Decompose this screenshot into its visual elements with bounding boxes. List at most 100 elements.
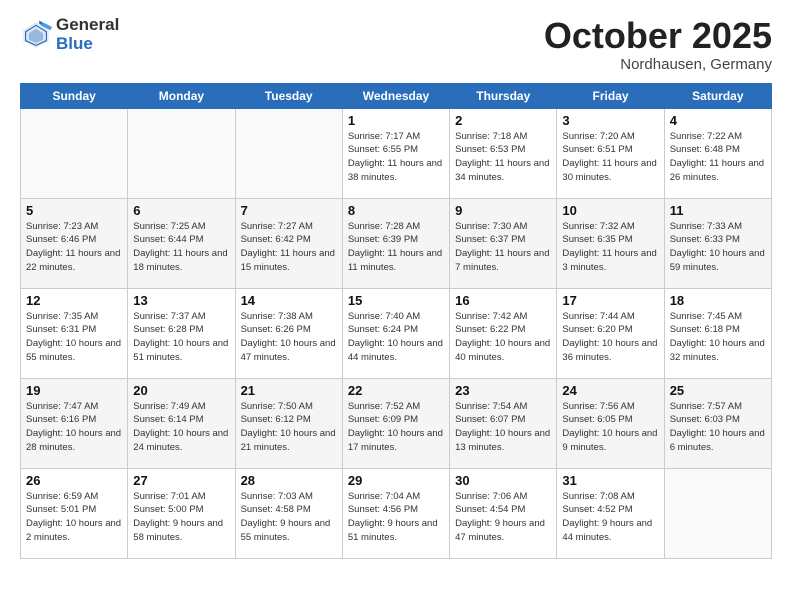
day-cell: 16 Sunrise: 7:42 AMSunset: 6:22 PMDayligh…: [450, 288, 557, 378]
day-cell: 29 Sunrise: 7:04 AMSunset: 4:56 PMDayligh…: [342, 468, 449, 558]
day-detail: Sunrise: 7:06 AMSunset: 4:54 PMDaylight:…: [455, 490, 551, 545]
week-row-4: 19 Sunrise: 7:47 AMSunset: 6:16 PMDayligh…: [21, 378, 772, 468]
day-number: 17: [562, 293, 658, 308]
page: General Blue October 2025 Nordhausen, Ge…: [0, 0, 792, 575]
day-number: 14: [241, 293, 337, 308]
day-detail: Sunrise: 7:33 AMSunset: 6:33 PMDaylight:…: [670, 220, 766, 275]
day-cell: [21, 108, 128, 198]
location: Nordhausen, Germany: [544, 56, 772, 73]
day-detail: Sunrise: 7:49 AMSunset: 6:14 PMDaylight:…: [133, 400, 229, 455]
day-detail: Sunrise: 7:23 AMSunset: 6:46 PMDaylight:…: [26, 220, 122, 275]
day-number: 15: [348, 293, 444, 308]
calendar-table: SundayMondayTuesdayWednesdayThursdayFrid…: [20, 83, 772, 559]
col-header-sunday: Sunday: [21, 83, 128, 108]
day-detail: Sunrise: 7:50 AMSunset: 6:12 PMDaylight:…: [241, 400, 337, 455]
day-number: 9: [455, 203, 551, 218]
day-number: 3: [562, 113, 658, 128]
day-cell: 25Sunrise: 7:57 AMSunset: 6:03 PMDayligh…: [664, 378, 771, 468]
day-number: 6: [133, 203, 229, 218]
day-detail: Sunrise: 7:42 AMSunset: 6:22 PMDaylight:…: [455, 310, 551, 365]
day-cell: 11 Sunrise: 7:33 AMSunset: 6:33 PMDayligh…: [664, 198, 771, 288]
day-number: 11: [670, 203, 766, 218]
day-cell: 15 Sunrise: 7:40 AMSunset: 6:24 PMDayligh…: [342, 288, 449, 378]
month-title: October 2025: [544, 16, 772, 56]
day-cell: 2Sunrise: 7:18 AMSunset: 6:53 PMDaylight…: [450, 108, 557, 198]
day-cell: 6 Sunrise: 7:25 AMSunset: 6:44 PMDaylight…: [128, 198, 235, 288]
day-cell: 22 Sunrise: 7:52 AMSunset: 6:09 PMDayligh…: [342, 378, 449, 468]
day-detail: Sunrise: 7:47 AMSunset: 6:16 PMDaylight:…: [26, 400, 122, 455]
day-cell: 7 Sunrise: 7:27 AMSunset: 6:42 PMDaylight…: [235, 198, 342, 288]
header-row: SundayMondayTuesdayWednesdayThursdayFrid…: [21, 83, 772, 108]
day-cell: 3 Sunrise: 7:20 AMSunset: 6:51 PMDaylight…: [557, 108, 664, 198]
logo-general: General: [56, 16, 119, 35]
day-number: 7: [241, 203, 337, 218]
day-detail: Sunrise: 7:44 AMSunset: 6:20 PMDaylight:…: [562, 310, 658, 365]
day-detail: Sunrise: 7:17 AMSunset: 6:55 PMDaylight:…: [348, 130, 444, 185]
day-number: 25: [670, 383, 766, 398]
week-row-2: 5Sunrise: 7:23 AMSunset: 6:46 PMDaylight…: [21, 198, 772, 288]
day-cell: 21 Sunrise: 7:50 AMSunset: 6:12 PMDayligh…: [235, 378, 342, 468]
day-number: 13: [133, 293, 229, 308]
day-number: 21: [241, 383, 337, 398]
day-cell: 30 Sunrise: 7:06 AMSunset: 4:54 PMDayligh…: [450, 468, 557, 558]
day-number: 16: [455, 293, 551, 308]
day-number: 10: [562, 203, 658, 218]
day-cell: 24Sunrise: 7:56 AMSunset: 6:05 PMDayligh…: [557, 378, 664, 468]
day-cell: [235, 108, 342, 198]
day-detail: Sunrise: 7:20 AMSunset: 6:51 PMDaylight:…: [562, 130, 658, 185]
day-number: 18: [670, 293, 766, 308]
day-detail: Sunrise: 7:38 AMSunset: 6:26 PMDaylight:…: [241, 310, 337, 365]
day-cell: 5Sunrise: 7:23 AMSunset: 6:46 PMDaylight…: [21, 198, 128, 288]
day-cell: 13 Sunrise: 7:37 AMSunset: 6:28 PMDayligh…: [128, 288, 235, 378]
day-number: 28: [241, 473, 337, 488]
day-number: 26: [26, 473, 122, 488]
day-cell: 1Sunrise: 7:17 AMSunset: 6:55 PMDaylight…: [342, 108, 449, 198]
day-detail: Sunrise: 6:59 AMSunset: 5:01 PMDaylight:…: [26, 490, 122, 545]
day-detail: Sunrise: 7:28 AMSunset: 6:39 PMDaylight:…: [348, 220, 444, 275]
day-detail: Sunrise: 7:40 AMSunset: 6:24 PMDaylight:…: [348, 310, 444, 365]
day-number: 4: [670, 113, 766, 128]
day-detail: Sunrise: 7:22 AMSunset: 6:48 PMDaylight:…: [670, 130, 766, 185]
title-block: October 2025 Nordhausen, Germany: [544, 16, 772, 73]
day-detail: Sunrise: 7:56 AMSunset: 6:05 PMDaylight:…: [562, 400, 658, 455]
day-cell: 27 Sunrise: 7:01 AMSunset: 5:00 PMDayligh…: [128, 468, 235, 558]
day-cell: 10 Sunrise: 7:32 AMSunset: 6:35 PMDayligh…: [557, 198, 664, 288]
week-row-5: 26 Sunrise: 6:59 AMSunset: 5:01 PMDayligh…: [21, 468, 772, 558]
day-number: 2: [455, 113, 551, 128]
day-detail: Sunrise: 7:08 AMSunset: 4:52 PMDaylight:…: [562, 490, 658, 545]
logo-blue: Blue: [56, 35, 119, 54]
day-number: 19: [26, 383, 122, 398]
logo-text: General Blue: [56, 16, 119, 53]
day-cell: 14 Sunrise: 7:38 AMSunset: 6:26 PMDayligh…: [235, 288, 342, 378]
day-number: 20: [133, 383, 229, 398]
col-header-thursday: Thursday: [450, 83, 557, 108]
day-detail: Sunrise: 7:32 AMSunset: 6:35 PMDaylight:…: [562, 220, 658, 275]
week-row-1: 1Sunrise: 7:17 AMSunset: 6:55 PMDaylight…: [21, 108, 772, 198]
day-detail: Sunrise: 7:54 AMSunset: 6:07 PMDaylight:…: [455, 400, 551, 455]
day-detail: Sunrise: 7:01 AMSunset: 5:00 PMDaylight:…: [133, 490, 229, 545]
day-cell: 4 Sunrise: 7:22 AMSunset: 6:48 PMDaylight…: [664, 108, 771, 198]
day-number: 8: [348, 203, 444, 218]
day-number: 27: [133, 473, 229, 488]
col-header-friday: Friday: [557, 83, 664, 108]
day-detail: Sunrise: 7:27 AMSunset: 6:42 PMDaylight:…: [241, 220, 337, 275]
day-detail: Sunrise: 7:35 AMSunset: 6:31 PMDaylight:…: [26, 310, 122, 365]
day-number: 30: [455, 473, 551, 488]
day-detail: Sunrise: 7:52 AMSunset: 6:09 PMDaylight:…: [348, 400, 444, 455]
day-cell: 12Sunrise: 7:35 AMSunset: 6:31 PMDayligh…: [21, 288, 128, 378]
logo: General Blue: [20, 16, 119, 53]
day-detail: Sunrise: 7:04 AMSunset: 4:56 PMDaylight:…: [348, 490, 444, 545]
logo-icon: [20, 19, 52, 51]
day-cell: 26 Sunrise: 6:59 AMSunset: 5:01 PMDayligh…: [21, 468, 128, 558]
day-number: 23: [455, 383, 551, 398]
day-number: 29: [348, 473, 444, 488]
col-header-monday: Monday: [128, 83, 235, 108]
day-detail: Sunrise: 7:25 AMSunset: 6:44 PMDaylight:…: [133, 220, 229, 275]
day-cell: 20 Sunrise: 7:49 AMSunset: 6:14 PMDayligh…: [128, 378, 235, 468]
day-detail: Sunrise: 7:37 AMSunset: 6:28 PMDaylight:…: [133, 310, 229, 365]
day-cell: 17 Sunrise: 7:44 AMSunset: 6:20 PMDayligh…: [557, 288, 664, 378]
day-number: 31: [562, 473, 658, 488]
day-detail: Sunrise: 7:30 AMSunset: 6:37 PMDaylight:…: [455, 220, 551, 275]
day-cell: 19 Sunrise: 7:47 AMSunset: 6:16 PMDayligh…: [21, 378, 128, 468]
day-number: 22: [348, 383, 444, 398]
